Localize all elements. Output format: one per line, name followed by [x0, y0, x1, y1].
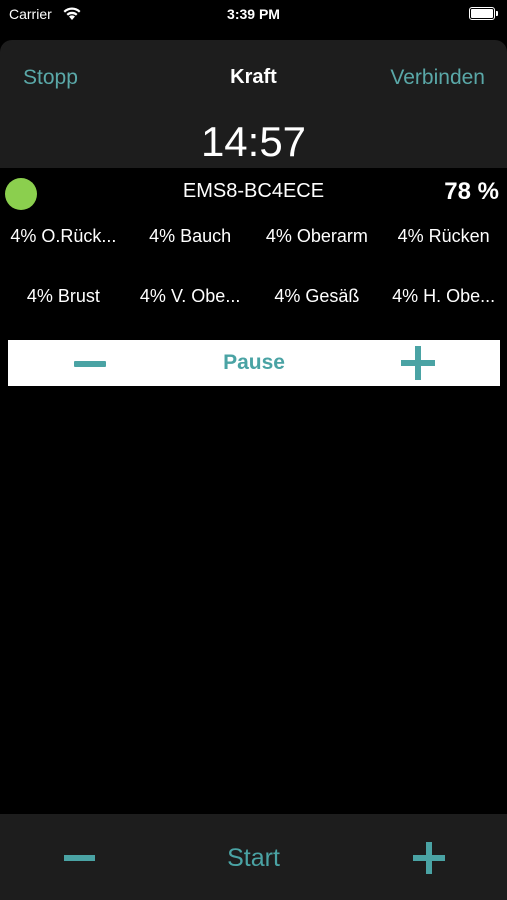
- header: Stopp Kraft Verbinden 14:57: [0, 40, 507, 168]
- increase-button plus-icon[interactable]: [401, 346, 435, 380]
- channel-item[interactable]: 4% Brust: [0, 286, 127, 307]
- battery-icon: [469, 7, 498, 20]
- device-name: EMS8-BC4ECE: [182, 180, 325, 202]
- timer-display: 14:57: [200, 118, 307, 165]
- channel-item[interactable]: 4% H. Obe...: [380, 286, 507, 307]
- channel-grid: 4% O.Rück... 4% Bauch 4% Oberarm 4% Rück…: [0, 226, 507, 346]
- main-sheet: Stopp Kraft Verbinden 14:57 EMS8-BC4ECE …: [0, 40, 507, 900]
- channel-row: 4% Brust 4% V. Obe... 4% Gesäß 4% H. Obe…: [0, 286, 507, 346]
- bottom-increase-button plus-icon[interactable]: [413, 842, 445, 874]
- channel-row: 4% O.Rück... 4% Bauch 4% Oberarm 4% Rück…: [0, 226, 507, 286]
- channel-item[interactable]: 4% Gesäß: [254, 286, 381, 307]
- channel-item[interactable]: 4% Bauch: [127, 226, 254, 247]
- device-battery-percent: 78 %: [444, 178, 499, 205]
- channel-item[interactable]: 4% V. Obe...: [127, 286, 254, 307]
- channel-item[interactable]: 4% Rücken: [380, 226, 507, 247]
- channel-item[interactable]: 4% Oberarm: [254, 226, 381, 247]
- status-time: 3:39 PM: [227, 6, 280, 22]
- intensity-control-bar: Pause: [8, 340, 500, 386]
- channel-item[interactable]: 4% O.Rück...: [0, 226, 127, 247]
- connect-button[interactable]: Verbinden: [390, 66, 485, 90]
- device-row: EMS8-BC4ECE 78 %: [0, 168, 507, 218]
- bottom-toolbar: Start: [0, 814, 507, 900]
- status-bar: Carrier 3:39 PM: [0, 0, 507, 30]
